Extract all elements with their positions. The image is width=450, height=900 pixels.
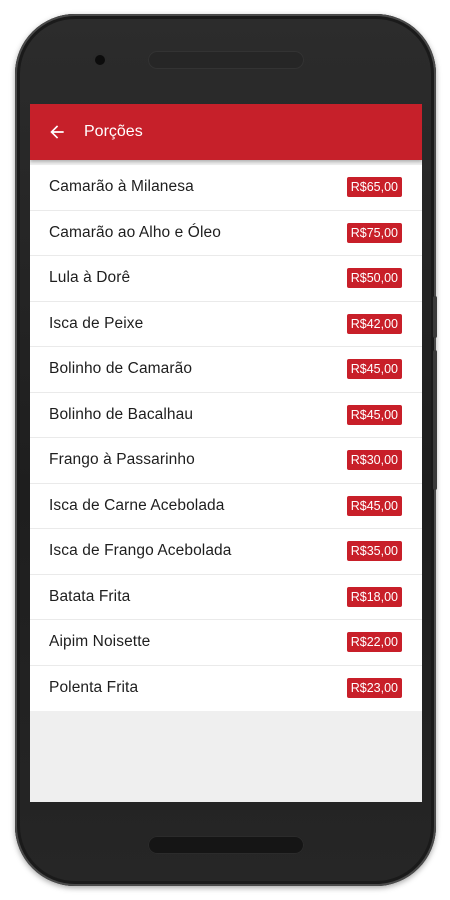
price-badge: R$50,00 [346, 268, 402, 289]
list-item[interactable]: Batata Frita R$18,00 [30, 575, 422, 620]
list-item[interactable]: Isca de Frango Acebolada R$35,00 [30, 529, 422, 575]
price-badge: R$65,00 [346, 177, 402, 198]
back-button[interactable] [30, 104, 84, 160]
app-screen: Porções Camarão à Milanesa R$65,00 Camarão… [30, 104, 422, 802]
item-name: Frango à Passarinho [49, 451, 195, 469]
list-item[interactable]: Polenta Frita R$23,00 [30, 666, 422, 712]
item-name: Isca de Carne Acebolada [49, 496, 225, 514]
front-camera [95, 55, 105, 65]
item-name: Lula à Dorê [49, 269, 131, 287]
price-badge: R$30,00 [346, 450, 402, 471]
price-badge: R$45,00 [346, 404, 402, 425]
top-speaker [148, 51, 304, 69]
price-badge: R$22,00 [346, 632, 402, 653]
item-name: Bolinho de Camarão [49, 360, 193, 378]
price-badge: R$18,00 [346, 586, 402, 607]
item-name: Isca de Frango Acebolada [49, 542, 232, 560]
price-badge: R$23,00 [346, 678, 402, 699]
list-item[interactable]: Camarão à Milanesa R$65,00 [30, 165, 422, 211]
item-name: Isca de Peixe [49, 314, 144, 332]
list-item[interactable]: Lula à Dorê R$50,00 [30, 256, 422, 302]
item-name: Polenta Frita [49, 679, 139, 697]
price-badge: R$45,00 [346, 495, 402, 516]
price-badge: R$45,00 [346, 359, 402, 380]
item-name: Aipim Noisette [49, 633, 151, 651]
item-name: Camarão ao Alho e Óleo [49, 223, 221, 241]
list-item[interactable]: Bolinho de Bacalhau R$45,00 [30, 393, 422, 438]
price-badge: R$42,00 [346, 313, 402, 334]
app-bar: Porções [30, 104, 422, 160]
item-name: Camarão à Milanesa [49, 178, 194, 196]
list-item[interactable]: Camarão ao Alho e Óleo R$75,00 [30, 211, 422, 256]
list-item[interactable]: Frango à Passarinho R$30,00 [30, 438, 422, 484]
list-item[interactable]: Bolinho de Camarão R$45,00 [30, 347, 422, 393]
power-button [433, 296, 437, 338]
price-badge: R$75,00 [346, 222, 402, 243]
list-item[interactable]: Isca de Carne Acebolada R$45,00 [30, 484, 422, 529]
list-item[interactable]: Isca de Peixe R$42,00 [30, 302, 422, 347]
arrow-left-icon [50, 125, 64, 139]
item-name: Batata Frita [49, 587, 131, 605]
page-title: Porções [84, 123, 143, 140]
volume-rocker [433, 350, 437, 490]
price-badge: R$35,00 [346, 541, 402, 562]
bottom-speaker [148, 836, 304, 854]
menu-list: Camarão à Milanesa R$65,00 Camarão ao Alho… [30, 165, 422, 711]
list-item[interactable]: Aipim Noisette R$22,00 [30, 620, 422, 666]
item-name: Bolinho de Bacalhau [49, 405, 194, 423]
